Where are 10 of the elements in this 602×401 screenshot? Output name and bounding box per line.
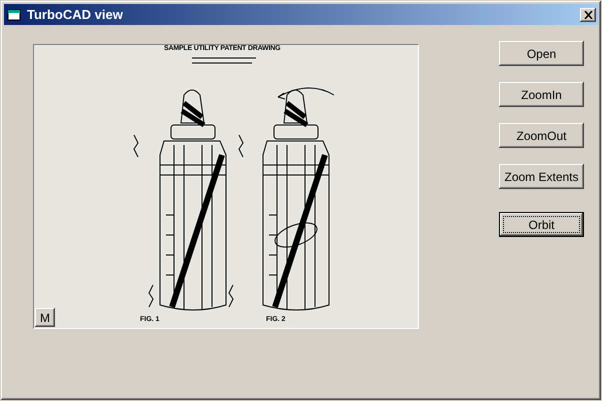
window-icon	[7, 8, 23, 22]
toolbar-button[interactable]: Open	[499, 41, 584, 66]
m-button[interactable]: M	[35, 308, 55, 327]
toolbar-button[interactable]: Orbit	[499, 212, 584, 237]
toolbar-button[interactable]: Zoom Extents	[499, 164, 584, 189]
close-button[interactable]	[580, 8, 596, 22]
toolbar-button[interactable]: ZoomOut	[499, 123, 584, 148]
close-icon	[584, 10, 592, 18]
window-title: TurboCAD view	[27, 7, 124, 22]
toolbar-button[interactable]: ZoomIn	[499, 82, 584, 107]
